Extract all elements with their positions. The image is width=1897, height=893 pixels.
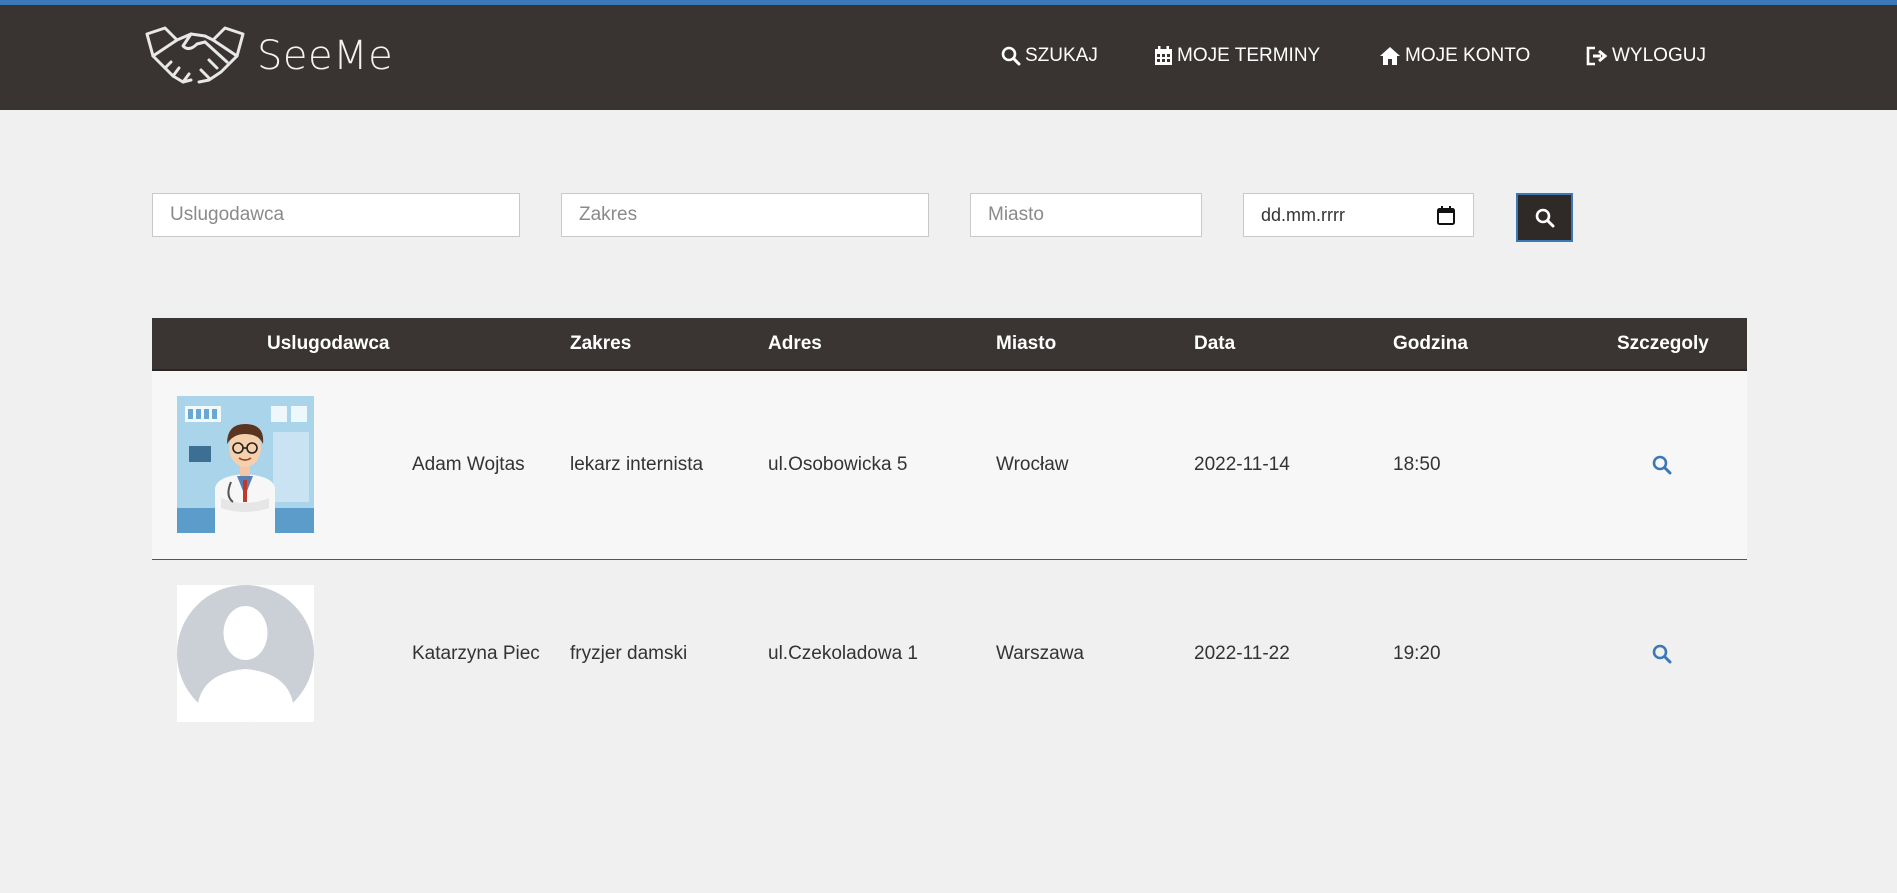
nav-my-account-label: MOJE KONTO bbox=[1405, 45, 1531, 66]
provider-scope: lekarz internista bbox=[570, 454, 704, 475]
provider-name: Adam Wojtas bbox=[412, 454, 525, 475]
search-button[interactable] bbox=[1516, 193, 1573, 242]
table-row: Adam Wojtas lekarz internista ul.Osobowi… bbox=[152, 371, 1747, 560]
header-time: Godzina bbox=[1393, 333, 1468, 354]
appointment-date: 2022-11-14 bbox=[1194, 454, 1290, 475]
header-scope: Zakres bbox=[570, 333, 632, 354]
nav-logout[interactable]: WYLOGUJ bbox=[1586, 45, 1706, 67]
appointment-time: 19:20 bbox=[1393, 643, 1441, 664]
calendar-picker-icon[interactable] bbox=[1436, 205, 1456, 225]
search-icon[interactable] bbox=[1652, 644, 1672, 664]
header-date: Data bbox=[1194, 333, 1236, 354]
brand-logo[interactable]: SeeMe bbox=[143, 21, 393, 91]
city-input[interactable] bbox=[970, 193, 1202, 237]
nav-my-appointments[interactable]: MOJE TERMINY bbox=[1154, 45, 1320, 67]
provider-scope: fryzjer damski bbox=[570, 643, 688, 664]
nav-search[interactable]: SZUKAJ bbox=[1001, 45, 1098, 67]
doctor-avatar bbox=[177, 396, 314, 533]
nav-search-label: SZUKAJ bbox=[1025, 45, 1098, 66]
date-placeholder: dd.mm.rrrr bbox=[1261, 204, 1345, 225]
search-icon bbox=[1535, 208, 1554, 227]
home-icon bbox=[1380, 47, 1400, 65]
calendar-icon bbox=[1155, 46, 1172, 65]
table-header: Uslugodawca Zakres Adres Miasto Data God… bbox=[152, 318, 1747, 371]
provider-address: ul.Czekoladowa 1 bbox=[768, 643, 918, 664]
appointment-time: 18:50 bbox=[1393, 454, 1441, 475]
nav-logout-label: WYLOGUJ bbox=[1612, 45, 1706, 66]
header-city: Miasto bbox=[996, 333, 1057, 354]
provider-city: Warszawa bbox=[996, 643, 1084, 664]
date-input[interactable]: dd.mm.rrrr bbox=[1243, 193, 1474, 237]
nav-my-account[interactable]: MOJE KONTO bbox=[1379, 45, 1530, 67]
nav-my-appointments-label: MOJE TERMINY bbox=[1177, 45, 1321, 66]
search-icon bbox=[1001, 46, 1021, 66]
navbar: SeeMe SZUKAJ MOJE TERMINY MOJE KONTO WYL… bbox=[0, 5, 1897, 110]
header-address: Adres bbox=[768, 333, 822, 354]
provider-name: Katarzyna Piec bbox=[412, 643, 540, 664]
handshake-icon bbox=[145, 26, 245, 84]
table-row: Katarzyna Piec fryzjer damski ul.Czekola… bbox=[152, 560, 1747, 748]
brand-name: SeeMe bbox=[257, 33, 394, 79]
scope-input[interactable] bbox=[561, 193, 929, 237]
header-details: Szczegoly bbox=[1617, 333, 1709, 354]
logout-icon bbox=[1586, 46, 1608, 66]
default-avatar bbox=[177, 585, 314, 722]
appointment-date: 2022-11-22 bbox=[1194, 643, 1290, 664]
provider-input[interactable] bbox=[152, 193, 520, 237]
search-icon[interactable] bbox=[1652, 455, 1672, 475]
provider-address: ul.Osobowicka 5 bbox=[768, 454, 908, 475]
results-table: Uslugodawca Zakres Adres Miasto Data God… bbox=[152, 318, 1747, 748]
header-provider: Uslugodawca bbox=[267, 333, 390, 354]
provider-city: Wrocław bbox=[996, 454, 1069, 475]
